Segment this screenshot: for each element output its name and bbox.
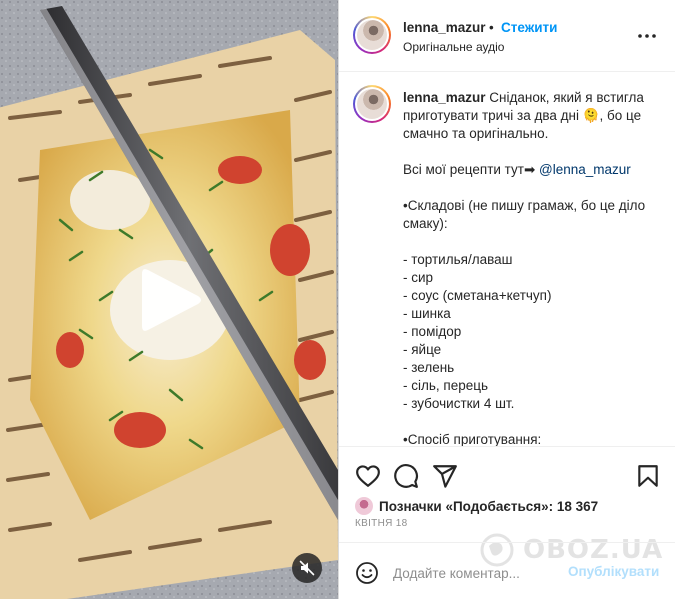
avatar[interactable] xyxy=(353,16,391,54)
likes-summary[interactable]: Позначки «Подобається»: 18 367 xyxy=(355,496,598,516)
play-button[interactable] xyxy=(136,262,206,338)
caption-avatar[interactable] xyxy=(353,85,391,123)
post-header: lenna_mazur • Стежити Оригінальне аудіо xyxy=(339,0,675,72)
bookmark-icon xyxy=(638,465,658,487)
sound-off-icon xyxy=(299,560,315,576)
caption-username[interactable]: lenna_mazur xyxy=(403,90,486,105)
follow-button[interactable]: Стежити xyxy=(501,20,557,35)
post-media[interactable] xyxy=(0,0,338,599)
publish-button[interactable]: Опублікувати xyxy=(568,564,659,579)
audio-label[interactable]: Оригінальне аудіо xyxy=(403,40,504,54)
mute-button[interactable] xyxy=(292,553,322,583)
caption-text-recipe: •Складові (не пишу грамаж, бо це діло см… xyxy=(403,198,646,446)
emoji-button[interactable] xyxy=(355,561,379,585)
caption-section: lenna_mazur Сніданок, який я встигла при… xyxy=(339,73,675,446)
more-options-button[interactable] xyxy=(635,28,659,44)
caption-mention-link[interactable]: @lenna_mazur xyxy=(539,162,631,177)
post-actions: Позначки «Подобається»: 18 367 КВІТНЯ 18 xyxy=(339,446,675,542)
liker-avatar xyxy=(355,497,373,515)
share-button[interactable] xyxy=(432,463,458,489)
like-button[interactable] xyxy=(355,463,381,489)
comment-button[interactable] xyxy=(393,463,419,489)
heart-icon xyxy=(356,465,380,487)
save-button[interactable] xyxy=(635,463,661,489)
play-icon xyxy=(142,269,201,331)
comment-icon xyxy=(394,464,418,488)
more-horizontal-icon xyxy=(638,34,656,38)
comment-bar: Опублікувати xyxy=(339,542,675,599)
post-date[interactable]: КВІТНЯ 18 xyxy=(355,518,407,529)
send-icon xyxy=(433,465,457,488)
separator-dot: • xyxy=(489,20,494,35)
emoji-icon xyxy=(356,562,378,584)
post-side-panel: lenna_mazur • Стежити Оригінальне аудіо … xyxy=(338,0,675,599)
author-username[interactable]: lenna_mazur xyxy=(403,20,486,35)
likes-count[interactable]: Позначки «Подобається»: 18 367 xyxy=(379,499,598,514)
post-caption: lenna_mazur Сніданок, який я встигла при… xyxy=(403,89,665,446)
comment-input[interactable] xyxy=(393,562,561,584)
